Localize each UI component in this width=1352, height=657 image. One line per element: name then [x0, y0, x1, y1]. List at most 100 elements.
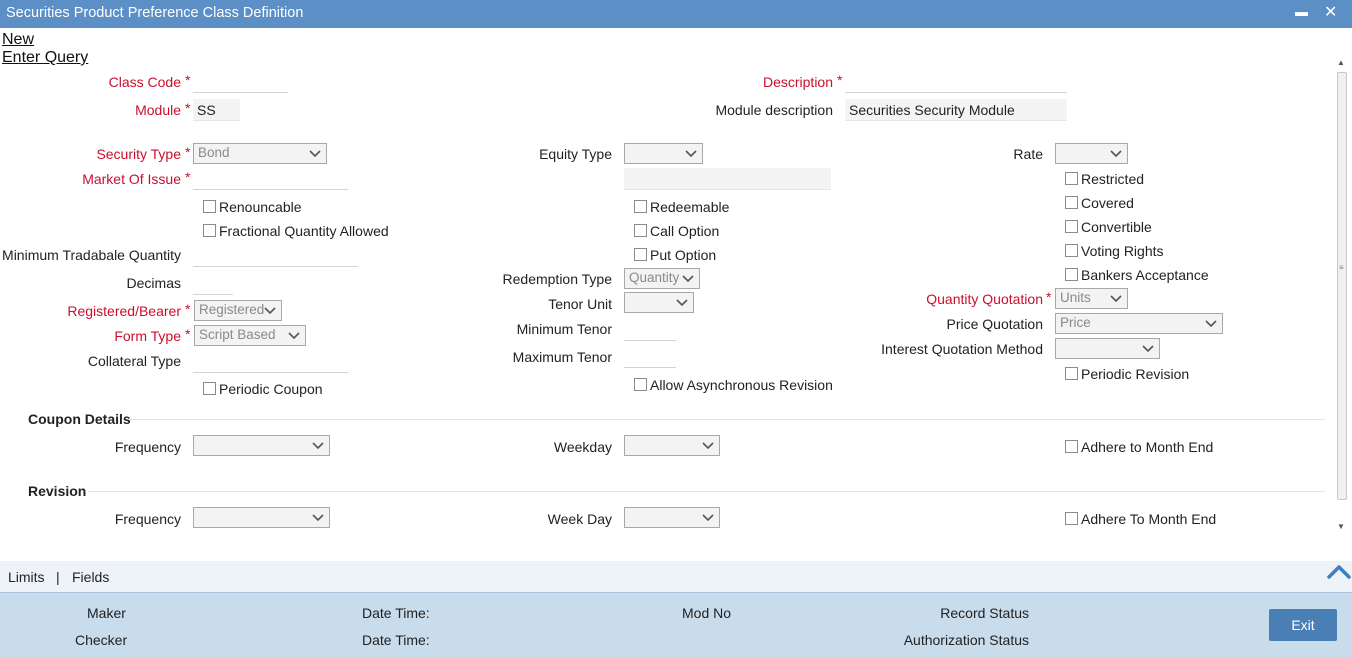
- quantity-quotation-value: Units: [1060, 290, 1091, 305]
- registered-bearer-label: Registered/Bearer: [67, 303, 181, 319]
- decimals-input[interactable]: [193, 273, 233, 295]
- form-type-select[interactable]: Script Based: [194, 325, 306, 346]
- checker-label: Checker: [75, 632, 128, 648]
- registered-bearer-select[interactable]: Registered: [194, 300, 282, 321]
- description-input[interactable]: [845, 71, 1067, 93]
- maximum-tenor-label: Maximum Tenor: [512, 349, 612, 365]
- price-quotation-label: Price Quotation: [946, 316, 1044, 332]
- equity-type-select[interactable]: [624, 143, 703, 164]
- limits-tab[interactable]: Limits: [8, 569, 45, 585]
- collateral-type-input[interactable]: [193, 351, 348, 373]
- coupon-weekday-select[interactable]: [624, 435, 720, 456]
- interest-quotation-select[interactable]: [1055, 338, 1160, 359]
- chevron-down-icon: [702, 442, 714, 450]
- redemption-type-label: Redemption Type: [502, 271, 612, 287]
- interest-quotation-label: Interest Quotation Method: [881, 341, 1043, 357]
- new-link[interactable]: New: [2, 31, 34, 49]
- revision-heading: Revision: [28, 483, 87, 499]
- quantity-quotation-label: Quantity Quotation: [926, 291, 1043, 307]
- allow-async-revision-label: Allow Asynchronous Revision: [650, 377, 833, 393]
- coupon-adhere-month-end-checkbox[interactable]: [1065, 440, 1078, 453]
- subscreen-tabs: Limits | Fields: [0, 561, 1352, 592]
- security-type-label: Security Type: [96, 146, 181, 162]
- security-type-select[interactable]: Bond: [193, 143, 327, 164]
- tenor-unit-select[interactable]: [624, 292, 694, 313]
- required-mark: *: [185, 144, 191, 160]
- put-option-checkbox[interactable]: [634, 248, 647, 261]
- coupon-adhere-month-end-label: Adhere to Month End: [1081, 439, 1214, 455]
- voting-rights-checkbox[interactable]: [1065, 244, 1078, 257]
- coupon-frequency-select[interactable]: [193, 435, 330, 456]
- required-mark: *: [185, 100, 191, 116]
- coupon-details-divider: [130, 419, 1325, 420]
- class-code-input[interactable]: [193, 71, 288, 93]
- redemption-type-select[interactable]: Quantity: [624, 268, 700, 289]
- scroll-down-arrow-icon[interactable]: ▼: [1337, 522, 1345, 531]
- equity-type-description-field: [624, 168, 831, 190]
- coupon-details-heading: Coupon Details: [28, 411, 131, 427]
- tenor-unit-label: Tenor Unit: [548, 296, 612, 312]
- required-mark: *: [1046, 289, 1052, 305]
- chevron-down-icon: [288, 332, 300, 340]
- chevron-down-icon: [312, 442, 324, 450]
- rate-select[interactable]: [1055, 143, 1128, 164]
- revision-divider: [88, 491, 1325, 492]
- chevron-down-icon: [676, 299, 688, 307]
- enter-query-link[interactable]: Enter Query: [2, 49, 88, 67]
- required-mark: *: [185, 72, 191, 88]
- minimum-tenor-input[interactable]: [624, 319, 676, 341]
- close-icon[interactable]: ✕: [1324, 2, 1337, 22]
- scrollbar-thumb[interactable]: ≡: [1337, 72, 1347, 500]
- periodic-coupon-checkbox[interactable]: [203, 382, 216, 395]
- rate-label: Rate: [1013, 146, 1043, 162]
- chevron-down-icon: [264, 307, 276, 315]
- min-tradable-qty-label: Minimum Tradabale Quantity: [2, 247, 181, 263]
- grip-icon: ≡: [1339, 263, 1344, 272]
- put-option-label: Put Option: [650, 247, 717, 263]
- price-quotation-select[interactable]: Price: [1055, 313, 1223, 334]
- form-type-value: Script Based: [199, 327, 276, 342]
- exit-button[interactable]: Exit: [1269, 609, 1337, 641]
- bankers-acceptance-label: Bankers Acceptance: [1081, 267, 1209, 283]
- security-type-value: Bond: [198, 145, 230, 160]
- fractional-quantity-checkbox[interactable]: [203, 224, 216, 237]
- revision-frequency-select[interactable]: [193, 507, 330, 528]
- revision-weekday-select[interactable]: [624, 507, 720, 528]
- call-option-checkbox[interactable]: [634, 224, 647, 237]
- minimize-icon[interactable]: ▬: [1295, 4, 1308, 19]
- module-description-field: Securities Security Module: [845, 99, 1067, 121]
- class-code-label: Class Code: [108, 74, 181, 90]
- equity-type-label: Equity Type: [539, 146, 612, 162]
- scroll-up-icon[interactable]: [1326, 561, 1352, 581]
- min-tradable-qty-input[interactable]: [193, 245, 358, 267]
- vertical-scrollbar[interactable]: ▲ ≡ ▼: [1335, 57, 1349, 535]
- registered-bearer-value: Registered: [199, 302, 265, 317]
- periodic-coupon-label: Periodic Coupon: [219, 381, 323, 397]
- covered-checkbox[interactable]: [1065, 196, 1078, 209]
- module-label: Module: [135, 102, 181, 118]
- redeemable-checkbox[interactable]: [634, 200, 647, 213]
- maximum-tenor-input[interactable]: [624, 346, 676, 368]
- module-description-label: Module description: [715, 102, 833, 118]
- market-of-issue-input[interactable]: [193, 168, 348, 190]
- decimals-label: Decimas: [126, 275, 181, 291]
- scroll-up-arrow-icon[interactable]: ▲: [1337, 58, 1345, 67]
- convertible-checkbox[interactable]: [1065, 220, 1078, 233]
- window-title: Securities Product Preference Class Defi…: [6, 5, 304, 21]
- bankers-acceptance-checkbox[interactable]: [1065, 268, 1078, 281]
- revision-weekday-label: Week Day: [547, 511, 612, 527]
- revision-adhere-month-end-checkbox[interactable]: [1065, 512, 1078, 525]
- fields-tab[interactable]: Fields: [72, 569, 109, 585]
- allow-async-revision-checkbox[interactable]: [634, 378, 647, 391]
- restricted-label: Restricted: [1081, 171, 1145, 187]
- periodic-revision-label: Periodic Revision: [1081, 366, 1190, 382]
- periodic-revision-checkbox[interactable]: [1065, 367, 1078, 380]
- restricted-checkbox[interactable]: [1065, 172, 1078, 185]
- record-status-label: Record Status: [940, 605, 1029, 621]
- coupon-weekday-label: Weekday: [553, 439, 612, 455]
- quantity-quotation-select[interactable]: Units: [1055, 288, 1128, 309]
- renouncable-checkbox[interactable]: [203, 200, 216, 213]
- chevron-down-icon: [312, 514, 324, 522]
- required-mark: *: [185, 326, 191, 342]
- redemption-type-value: Quantity: [629, 270, 680, 285]
